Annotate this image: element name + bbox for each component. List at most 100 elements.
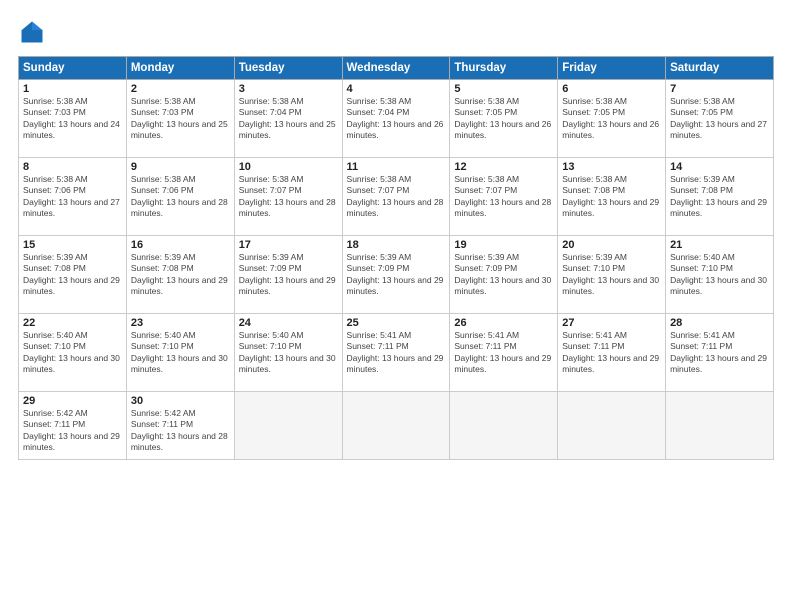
calendar-cell: 23Sunrise: 5:40 AMSunset: 7:10 PMDayligh… — [126, 314, 234, 392]
day-number: 18 — [347, 239, 446, 251]
col-thursday: Thursday — [450, 57, 558, 80]
day-number: 4 — [347, 83, 446, 95]
day-info: Sunrise: 5:38 AMSunset: 7:05 PMDaylight:… — [454, 96, 553, 142]
day-number: 24 — [239, 317, 338, 329]
day-number: 17 — [239, 239, 338, 251]
day-number: 21 — [670, 239, 769, 251]
col-wednesday: Wednesday — [342, 57, 450, 80]
col-tuesday: Tuesday — [234, 57, 342, 80]
day-number: 26 — [454, 317, 553, 329]
day-info: Sunrise: 5:41 AMSunset: 7:11 PMDaylight:… — [562, 330, 661, 376]
day-number: 6 — [562, 83, 661, 95]
day-number: 13 — [562, 161, 661, 173]
day-info: Sunrise: 5:38 AMSunset: 7:04 PMDaylight:… — [347, 96, 446, 142]
day-number: 10 — [239, 161, 338, 173]
calendar-cell: 24Sunrise: 5:40 AMSunset: 7:10 PMDayligh… — [234, 314, 342, 392]
day-number: 16 — [131, 239, 230, 251]
calendar-week-row: 22Sunrise: 5:40 AMSunset: 7:10 PMDayligh… — [19, 314, 774, 392]
col-sunday: Sunday — [19, 57, 127, 80]
day-number: 22 — [23, 317, 122, 329]
day-info: Sunrise: 5:38 AMSunset: 7:07 PMDaylight:… — [239, 174, 338, 220]
day-info: Sunrise: 5:38 AMSunset: 7:08 PMDaylight:… — [562, 174, 661, 220]
day-info: Sunrise: 5:39 AMSunset: 7:08 PMDaylight:… — [23, 252, 122, 298]
day-number: 29 — [23, 395, 122, 407]
day-info: Sunrise: 5:38 AMSunset: 7:03 PMDaylight:… — [23, 96, 122, 142]
calendar-cell: 2Sunrise: 5:38 AMSunset: 7:03 PMDaylight… — [126, 80, 234, 158]
day-number: 11 — [347, 161, 446, 173]
calendar-cell: 27Sunrise: 5:41 AMSunset: 7:11 PMDayligh… — [558, 314, 666, 392]
day-number: 14 — [670, 161, 769, 173]
day-info: Sunrise: 5:38 AMSunset: 7:05 PMDaylight:… — [670, 96, 769, 142]
calendar-cell: 7Sunrise: 5:38 AMSunset: 7:05 PMDaylight… — [666, 80, 774, 158]
day-number: 27 — [562, 317, 661, 329]
calendar-cell: 11Sunrise: 5:38 AMSunset: 7:07 PMDayligh… — [342, 158, 450, 236]
day-info: Sunrise: 5:39 AMSunset: 7:08 PMDaylight:… — [670, 174, 769, 220]
day-number: 12 — [454, 161, 553, 173]
day-info: Sunrise: 5:40 AMSunset: 7:10 PMDaylight:… — [239, 330, 338, 376]
day-number: 1 — [23, 83, 122, 95]
day-info: Sunrise: 5:38 AMSunset: 7:06 PMDaylight:… — [131, 174, 230, 220]
col-friday: Friday — [558, 57, 666, 80]
calendar-cell: 5Sunrise: 5:38 AMSunset: 7:05 PMDaylight… — [450, 80, 558, 158]
calendar-cell: 12Sunrise: 5:38 AMSunset: 7:07 PMDayligh… — [450, 158, 558, 236]
calendar-cell: 22Sunrise: 5:40 AMSunset: 7:10 PMDayligh… — [19, 314, 127, 392]
calendar-cell: 19Sunrise: 5:39 AMSunset: 7:09 PMDayligh… — [450, 236, 558, 314]
calendar-cell — [342, 392, 450, 460]
day-number: 8 — [23, 161, 122, 173]
day-info: Sunrise: 5:39 AMSunset: 7:09 PMDaylight:… — [239, 252, 338, 298]
calendar-table: Sunday Monday Tuesday Wednesday Thursday… — [18, 56, 774, 460]
header — [18, 18, 774, 46]
day-info: Sunrise: 5:40 AMSunset: 7:10 PMDaylight:… — [23, 330, 122, 376]
day-info: Sunrise: 5:39 AMSunset: 7:09 PMDaylight:… — [454, 252, 553, 298]
calendar-cell: 28Sunrise: 5:41 AMSunset: 7:11 PMDayligh… — [666, 314, 774, 392]
day-info: Sunrise: 5:40 AMSunset: 7:10 PMDaylight:… — [131, 330, 230, 376]
day-info: Sunrise: 5:38 AMSunset: 7:06 PMDaylight:… — [23, 174, 122, 220]
calendar-cell: 4Sunrise: 5:38 AMSunset: 7:04 PMDaylight… — [342, 80, 450, 158]
calendar-cell: 1Sunrise: 5:38 AMSunset: 7:03 PMDaylight… — [19, 80, 127, 158]
day-info: Sunrise: 5:38 AMSunset: 7:07 PMDaylight:… — [347, 174, 446, 220]
day-info: Sunrise: 5:41 AMSunset: 7:11 PMDaylight:… — [454, 330, 553, 376]
day-number: 15 — [23, 239, 122, 251]
day-number: 2 — [131, 83, 230, 95]
calendar-cell: 6Sunrise: 5:38 AMSunset: 7:05 PMDaylight… — [558, 80, 666, 158]
day-number: 28 — [670, 317, 769, 329]
day-info: Sunrise: 5:38 AMSunset: 7:05 PMDaylight:… — [562, 96, 661, 142]
day-number: 9 — [131, 161, 230, 173]
calendar-cell: 30Sunrise: 5:42 AMSunset: 7:11 PMDayligh… — [126, 392, 234, 460]
day-info: Sunrise: 5:42 AMSunset: 7:11 PMDaylight:… — [131, 408, 230, 454]
day-info: Sunrise: 5:39 AMSunset: 7:09 PMDaylight:… — [347, 252, 446, 298]
day-number: 3 — [239, 83, 338, 95]
calendar-cell: 21Sunrise: 5:40 AMSunset: 7:10 PMDayligh… — [666, 236, 774, 314]
calendar-week-row: 15Sunrise: 5:39 AMSunset: 7:08 PMDayligh… — [19, 236, 774, 314]
calendar-cell: 18Sunrise: 5:39 AMSunset: 7:09 PMDayligh… — [342, 236, 450, 314]
page: Sunday Monday Tuesday Wednesday Thursday… — [0, 0, 792, 612]
calendar-cell: 8Sunrise: 5:38 AMSunset: 7:06 PMDaylight… — [19, 158, 127, 236]
calendar-cell: 3Sunrise: 5:38 AMSunset: 7:04 PMDaylight… — [234, 80, 342, 158]
calendar-cell — [234, 392, 342, 460]
calendar-week-row: 1Sunrise: 5:38 AMSunset: 7:03 PMDaylight… — [19, 80, 774, 158]
day-info: Sunrise: 5:38 AMSunset: 7:07 PMDaylight:… — [454, 174, 553, 220]
day-number: 5 — [454, 83, 553, 95]
calendar-cell: 9Sunrise: 5:38 AMSunset: 7:06 PMDaylight… — [126, 158, 234, 236]
calendar-cell: 13Sunrise: 5:38 AMSunset: 7:08 PMDayligh… — [558, 158, 666, 236]
header-row: Sunday Monday Tuesday Wednesday Thursday… — [19, 57, 774, 80]
calendar-cell: 20Sunrise: 5:39 AMSunset: 7:10 PMDayligh… — [558, 236, 666, 314]
calendar-cell — [666, 392, 774, 460]
day-number: 25 — [347, 317, 446, 329]
day-info: Sunrise: 5:42 AMSunset: 7:11 PMDaylight:… — [23, 408, 122, 454]
calendar-cell: 10Sunrise: 5:38 AMSunset: 7:07 PMDayligh… — [234, 158, 342, 236]
day-info: Sunrise: 5:40 AMSunset: 7:10 PMDaylight:… — [670, 252, 769, 298]
calendar-cell: 15Sunrise: 5:39 AMSunset: 7:08 PMDayligh… — [19, 236, 127, 314]
calendar-cell: 17Sunrise: 5:39 AMSunset: 7:09 PMDayligh… — [234, 236, 342, 314]
logo-icon — [18, 18, 46, 46]
calendar-cell: 14Sunrise: 5:39 AMSunset: 7:08 PMDayligh… — [666, 158, 774, 236]
calendar-cell: 16Sunrise: 5:39 AMSunset: 7:08 PMDayligh… — [126, 236, 234, 314]
day-number: 19 — [454, 239, 553, 251]
calendar-week-row: 8Sunrise: 5:38 AMSunset: 7:06 PMDaylight… — [19, 158, 774, 236]
day-info: Sunrise: 5:41 AMSunset: 7:11 PMDaylight:… — [347, 330, 446, 376]
calendar-cell: 26Sunrise: 5:41 AMSunset: 7:11 PMDayligh… — [450, 314, 558, 392]
day-info: Sunrise: 5:39 AMSunset: 7:08 PMDaylight:… — [131, 252, 230, 298]
day-number: 30 — [131, 395, 230, 407]
day-info: Sunrise: 5:41 AMSunset: 7:11 PMDaylight:… — [670, 330, 769, 376]
calendar-cell: 25Sunrise: 5:41 AMSunset: 7:11 PMDayligh… — [342, 314, 450, 392]
